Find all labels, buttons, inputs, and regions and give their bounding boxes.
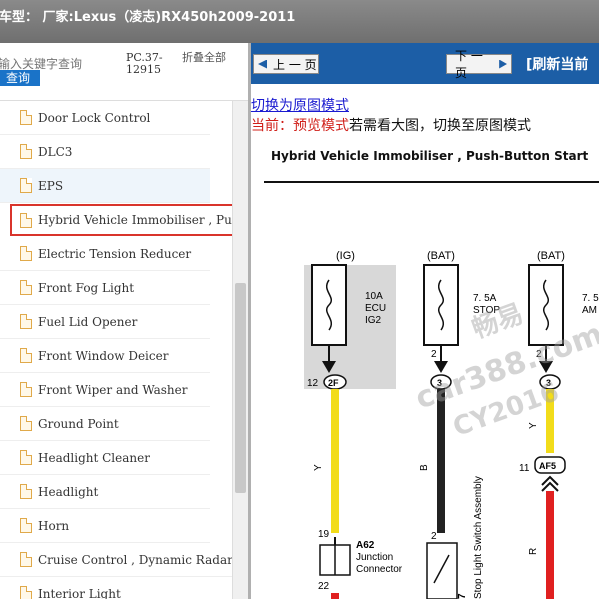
document-icon [20,110,32,125]
document-icon [20,280,32,295]
fuse-1-name1: ECU [365,303,386,314]
tree-item[interactable]: DLC3 [0,135,210,169]
document-icon [20,382,32,397]
document-icon [20,178,32,193]
tree-scrollbar[interactable] [232,101,248,599]
right-pane: 上 一 页 下 一 页 [刷新当前 切换为原图模式 当前：预览模式若需看大图，切… [251,43,599,599]
tree-item-label: Front Fog Light [38,280,135,295]
fuse-1-name2: IG2 [365,315,382,326]
fuse-3-rating: 7. 5 [582,293,599,304]
fuse-3-name1: AM [582,305,597,316]
junction-label2: Connector [356,564,403,575]
tree-item-label: Headlight [38,484,99,499]
tree-item[interactable]: Headlight [0,475,210,509]
af5-pin: 11 [519,463,530,474]
tree-item-label: Fuel Lid Opener [38,314,138,329]
fuse-2-pin: 2 [431,349,437,360]
collapse-all-button[interactable]: 折叠全部 [182,52,228,64]
tree-item-label: EPS [38,178,64,193]
wire-2-color: B [419,464,430,471]
tree-item-label: Headlight Cleaner [38,450,150,465]
tree-item[interactable]: Front Fog Light [0,271,210,305]
wire-af5-color: R [528,548,539,555]
search-button[interactable]: 查询 [0,70,40,86]
wiring-diagram: (IG) 10A ECU IG2 12 2F Y 19 A62 Junction… [304,250,599,599]
pc-code-label: PC.37-12915 [126,51,163,76]
window-title-bar: 前车型： 厂家:Lexus（凌志)RX450h2009-2011 [0,0,599,43]
tree-item[interactable]: Ground Point [0,407,210,441]
tree-item-label: Horn [38,518,70,533]
wire-1-color: Y [313,464,324,471]
connector-2f-label: 2F [328,378,339,388]
fuse-1-rating: 10A [365,291,383,302]
tree-item-label: Front Wiper and Washer [38,382,188,397]
tree-item-label: Door Lock Control [38,110,151,125]
document-icon [20,416,32,431]
document-icon [20,586,32,599]
fuse-1-pin: 12 [307,378,319,389]
junction-id: A62 [356,540,375,551]
document-icon [20,348,32,363]
document-icon [20,246,32,261]
tree-item[interactable]: Interior Light [0,577,210,599]
connector-af5-label: AF5 [539,461,556,471]
fuse-1-source: (IG) [336,250,355,262]
document-icon [20,450,32,465]
tree-item[interactable]: Front Wiper and Washer [0,373,210,407]
stop-switch-id: 7 [457,593,468,599]
tree-item[interactable]: Cruise Control , Dynamic Radar Cruise Co… [0,543,232,577]
tree-item[interactable]: Headlight Cleaner [0,441,210,475]
af5-chevron-icon [541,475,559,492]
tree-item-label: Ground Point [38,416,119,431]
tree-item[interactable]: Horn [0,509,210,543]
tree-item[interactable]: EPS [0,169,210,203]
tree-item-highlighted[interactable]: Hybrid Vehicle Immobiliser , Push-Button… [10,204,232,236]
junction-pin-top: 19 [318,529,330,540]
wire-3-color: Y [528,422,539,429]
tree-item-label: Front Window Deicer [38,348,169,363]
tree-item[interactable]: Front Window Deicer [0,339,210,373]
tree-scrollbar-thumb[interactable] [235,283,246,493]
document-icon [20,314,32,329]
document-icon [20,484,32,499]
search-bar: 查询 PC.37-12915 折叠全部 [0,43,248,101]
tree-item-label: Hybrid Vehicle Immobiliser , Push-Button… [38,213,232,227]
document-icon [20,144,32,159]
document-tree: Door Lock Control DLC3 EPS Hybrid Vehicl… [0,101,232,599]
stop-switch-pin: 2 [431,531,437,542]
fuse-2-source: (BAT) [427,250,455,262]
document-icon [20,552,32,567]
tree-item[interactable]: Fuel Lid Opener [0,305,210,339]
stop-switch-label: Stop Light Switch Assembly [473,476,484,599]
tree-item-label: Cruise Control , Dynamic Radar Cruise Co… [38,552,232,567]
tree-item-label: Interior Light [38,586,121,599]
window-title: 前车型： 厂家:Lexus（凌志)RX450h2009-2011 [0,10,296,25]
fuse-3-source: (BAT) [537,250,565,262]
tree-item-label: DLC3 [38,144,73,159]
tree-item[interactable]: Electric Tension Reducer [0,237,210,271]
tree-item-label: Electric Tension Reducer [38,246,192,261]
document-icon [20,518,32,533]
stop-light-switch-box [426,542,458,599]
tree-item[interactable]: Door Lock Control [0,101,210,135]
left-pane: 查询 PC.37-12915 折叠全部 Door Lock Control DL… [0,43,248,599]
junction-label1: Junction [356,552,393,563]
document-icon [20,212,32,228]
junction-pin-bottom: 22 [318,581,330,592]
